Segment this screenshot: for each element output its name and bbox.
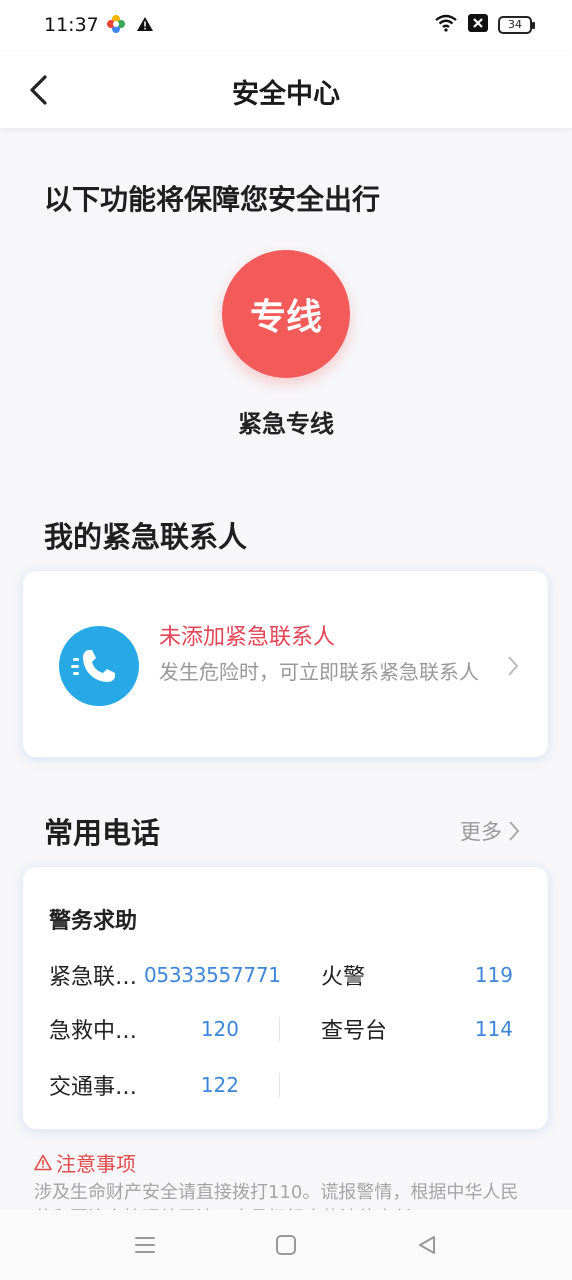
back-triangle-icon (419, 1236, 435, 1254)
hotline-label: 紧急专线 (238, 410, 334, 438)
intro-title: 以下功能将保障您安全出行 (44, 183, 381, 216)
status-icons-right: 34 (434, 14, 535, 36)
common-phones-title: 常用电话 (44, 816, 161, 850)
warning-icon (136, 16, 154, 36)
wifi-icon (434, 14, 458, 36)
divider (279, 1017, 280, 1041)
nav-bar: 安全中心 (0, 52, 572, 128)
close-box-icon (468, 14, 488, 36)
notice-title: 注意事项 (56, 1152, 136, 1176)
page-title: 安全中心 (232, 79, 340, 110)
phone-entry-name: 查号台 (321, 1019, 388, 1044)
phone-entry[interactable]: 交通事… 122 (49, 1065, 239, 1105)
phone-entry-number: 122 (200, 1073, 239, 1097)
emergency-contact-card[interactable]: 未添加紧急联系人 发生危险时，可立即联系紧急联系人 (22, 570, 549, 758)
home-button[interactable] (269, 1228, 303, 1262)
notice-text: 涉及生命财产安全请直接拨打110。谎报警情，根据中华人民共和国治安管理处罚法，应… (34, 1182, 519, 1210)
more-link[interactable]: 更多 (460, 816, 520, 846)
phone-entry-name: 火警 (321, 965, 366, 990)
chevron-right-icon (508, 656, 519, 676)
warning-outline-icon (34, 1154, 52, 1171)
phone-entry-name: 紧急联… (49, 965, 138, 990)
phone-icon (59, 626, 139, 706)
notice-header: 注意事项 (34, 1148, 136, 1177)
battery-icon: 34 (498, 16, 535, 34)
phone-entry-number: 120 (200, 1017, 239, 1041)
home-icon (276, 1235, 296, 1255)
back-nav-button[interactable] (410, 1228, 444, 1262)
phone-entry-number: 05333557771 (144, 963, 281, 987)
phone-entry-number: 114 (474, 1017, 513, 1041)
phone-entry[interactable]: 查号台 114 (321, 1009, 513, 1049)
police-help-title: 警务求助 (49, 909, 138, 934)
status-icons-left (106, 14, 154, 38)
hotline-button[interactable]: 专线 (222, 250, 350, 378)
menu-button[interactable] (128, 1228, 162, 1262)
phone-entry-name: 交通事… (49, 1075, 138, 1100)
app-logo-icon (106, 14, 126, 38)
system-nav-bar (0, 1210, 572, 1280)
more-label: 更多 (460, 820, 502, 844)
status-bar: 11:37 34 (0, 0, 572, 52)
emergency-contacts-title: 我的紧急联系人 (44, 520, 248, 554)
divider (279, 1073, 280, 1097)
chevron-right-icon (509, 821, 520, 841)
phone-entry[interactable]: 火警 119 (321, 955, 513, 995)
contact-card-title: 未添加紧急联系人 (159, 625, 336, 650)
phone-entry-name: 急救中… (49, 1019, 138, 1044)
phone-card: 警务求助 紧急联… 05333557771 火警 119 急救中… 120 查号… (22, 866, 549, 1130)
phone-entry[interactable]: 紧急联… 05333557771 (49, 955, 283, 995)
status-time: 11:37 (44, 14, 99, 36)
menu-icon (135, 1237, 155, 1253)
phone-entry-number: 119 (474, 963, 513, 987)
contact-card-description: 发生危险时，可立即联系紧急联系人 (159, 660, 479, 684)
phone-entry[interactable]: 急救中… 120 (49, 1009, 239, 1049)
